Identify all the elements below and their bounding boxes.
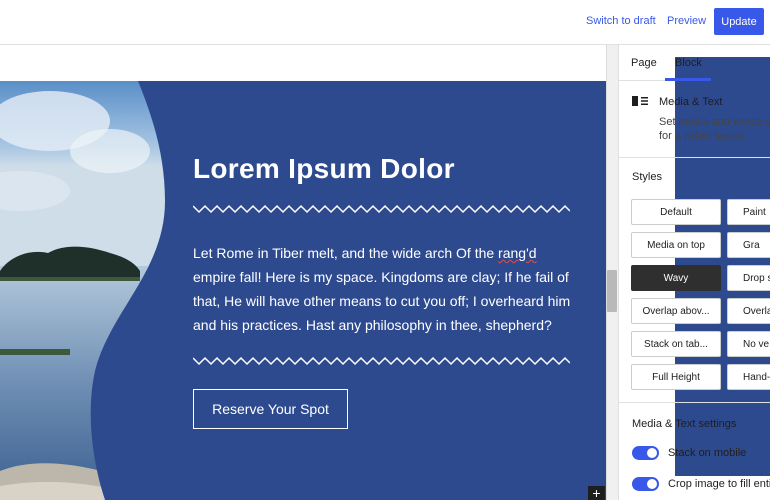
- media-text-block[interactable]: Lorem Ipsum Dolor Let Rome in Tiber melt…: [0, 81, 606, 500]
- stack-on-mobile-label: Stack on mobile: [668, 447, 747, 459]
- switch-to-draft-button[interactable]: Switch to draft: [586, 15, 656, 27]
- stack-on-mobile-toggle[interactable]: [632, 446, 659, 460]
- style-default[interactable]: Default: [631, 199, 721, 225]
- block-paragraph[interactable]: Let Rome in Tiber melt, and the wide arc…: [193, 241, 573, 337]
- tab-page[interactable]: Page: [631, 57, 657, 69]
- settings-panel-title[interactable]: Media & Text settings: [632, 418, 736, 430]
- style-overlap-above[interactable]: Overlap abov...: [631, 298, 721, 324]
- media-text-icon: [632, 96, 648, 106]
- block-inserter-button[interactable]: +: [588, 486, 605, 500]
- style-stack-on-tablet[interactable]: Stack on tab...: [631, 331, 721, 357]
- style-gra[interactable]: Gra: [727, 232, 770, 258]
- panel-divider: [619, 402, 770, 403]
- block-description-line: for a richer layout.: [659, 130, 748, 142]
- block-headline[interactable]: Lorem Ipsum Dolor: [193, 153, 455, 185]
- style-drop-shadow[interactable]: Drop s: [727, 265, 770, 291]
- crop-image-label: Crop image to fill entire: [668, 478, 770, 490]
- editor-canvas: Lorem Ipsum Dolor Let Rome in Tiber melt…: [0, 45, 606, 500]
- style-full-height[interactable]: Full Height: [631, 364, 721, 390]
- editor-header: Switch to draft Preview Update: [0, 0, 770, 45]
- style-overlap[interactable]: Overla: [727, 298, 770, 324]
- block-description-line: Set media and words side: [659, 116, 770, 128]
- scrollbar-thumb[interactable]: [607, 270, 617, 312]
- paragraph-text-part: empire fall! Here is my space. Kingdoms …: [193, 269, 571, 333]
- settings-sidebar: Page Block Media & Text Set media and wo…: [618, 45, 770, 500]
- zigzag-divider-top: [193, 204, 570, 214]
- update-button[interactable]: Update: [714, 8, 764, 35]
- style-wavy[interactable]: Wavy: [631, 265, 721, 291]
- style-media-on-top[interactable]: Media on top: [631, 232, 721, 258]
- sidebar-tabs: Page Block: [619, 45, 770, 476]
- misspelled-word: rang'd: [498, 245, 537, 261]
- paragraph-text-part: Let Rome in Tiber melt, and the wide arc…: [193, 245, 499, 261]
- block-card: Media & Text Set media and words side fo…: [619, 82, 770, 158]
- block-name: Media & Text: [659, 96, 723, 108]
- preview-button[interactable]: Preview: [667, 15, 706, 27]
- style-no-vertical[interactable]: No ve: [727, 331, 770, 357]
- styles-heading: Styles: [632, 171, 662, 183]
- style-paint[interactable]: Paint: [727, 199, 770, 225]
- reserve-spot-button[interactable]: Reserve Your Spot: [193, 389, 348, 429]
- active-tab-indicator: [665, 78, 711, 81]
- crop-image-toggle[interactable]: [632, 477, 659, 491]
- style-hand-drawn[interactable]: Hand-D: [727, 364, 770, 390]
- block-description: Set media and words side for a richer la…: [659, 115, 770, 143]
- zigzag-divider-bottom: [193, 356, 570, 366]
